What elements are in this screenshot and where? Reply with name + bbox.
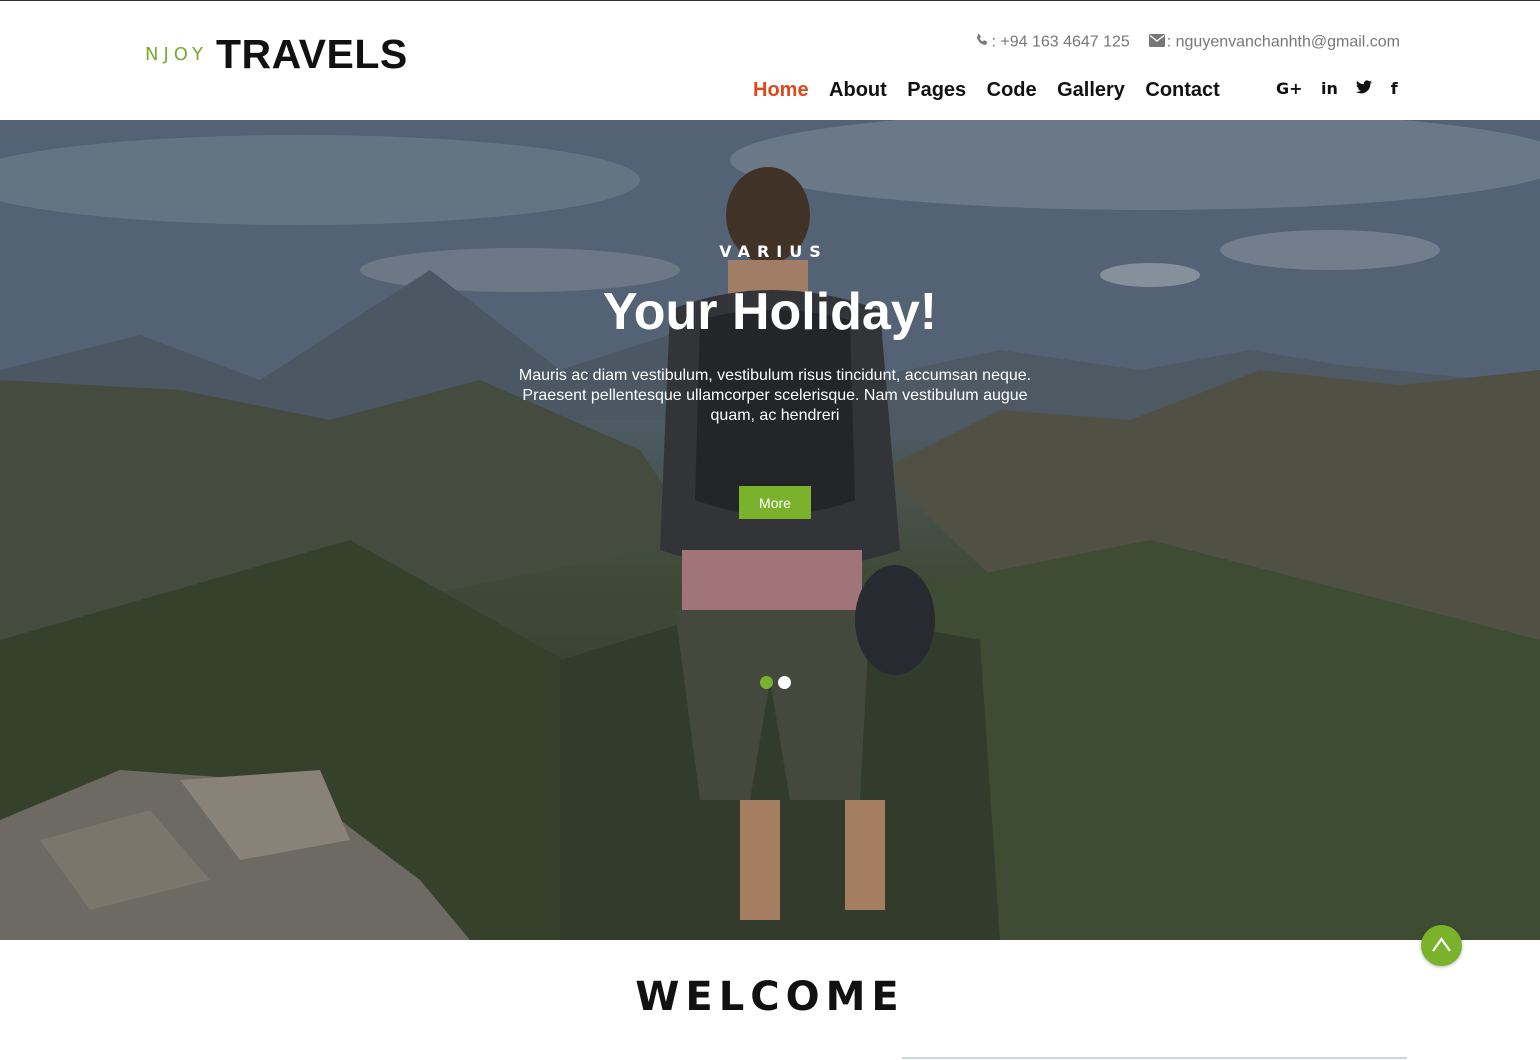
main-nav: Home About Pages Code Gallery Contact [745, 79, 1228, 102]
social-links: G+ in f [1276, 79, 1412, 98]
envelope-icon [1148, 33, 1165, 52]
phone-icon [975, 33, 989, 52]
nav-code[interactable]: Code [987, 79, 1037, 102]
nav-pages[interactable]: Pages [907, 79, 966, 102]
twitter-icon[interactable] [1356, 79, 1373, 98]
hero-content: VARIUS Your Holiday! Mauris ac diam vest… [0, 120, 1540, 940]
hero-eyebrow: VARIUS [719, 242, 828, 261]
slider-dots [760, 676, 796, 694]
logo-name: TRAVELS [215, 31, 408, 77]
slider-dot-1[interactable] [760, 676, 773, 689]
email-address[interactable]: : nguyenvanchanhth@gmail.com [1167, 34, 1400, 51]
site-header: NJOY TRAVELS : +94 163 4647 125 : nguyenv… [0, 1, 1540, 120]
section-divider [902, 1057, 1407, 1059]
nav-about[interactable]: About [829, 79, 887, 102]
linkedin-icon[interactable]: in [1321, 79, 1338, 98]
nav-gallery[interactable]: Gallery [1057, 79, 1125, 102]
hero-description: Mauris ac diam vestibulum, vestibulum ri… [518, 367, 1032, 424]
welcome-heading: WELCOME [635, 974, 905, 1020]
hero-slider: VARIUS Your Holiday! Mauris ac diam vest… [0, 120, 1540, 940]
more-button[interactable]: More [739, 486, 811, 519]
google-plus-icon[interactable]: G+ [1276, 79, 1303, 98]
logo-prefix: NJOY [145, 44, 208, 65]
facebook-icon[interactable]: f [1391, 79, 1398, 98]
chevron-up-icon [1432, 937, 1451, 952]
slider-dot-2[interactable] [778, 676, 791, 689]
site-logo[interactable]: NJOY TRAVELS [145, 31, 408, 78]
nav-home[interactable]: Home [753, 79, 809, 102]
nav-contact[interactable]: Contact [1145, 79, 1219, 102]
phone-number: : +94 163 4647 125 [991, 33, 1130, 51]
hero-title: Your Holiday! [602, 283, 938, 341]
scroll-to-top-button[interactable] [1421, 925, 1462, 966]
contact-info: : +94 163 4647 125 : nguyenvanchanhth@gm… [975, 33, 1400, 52]
